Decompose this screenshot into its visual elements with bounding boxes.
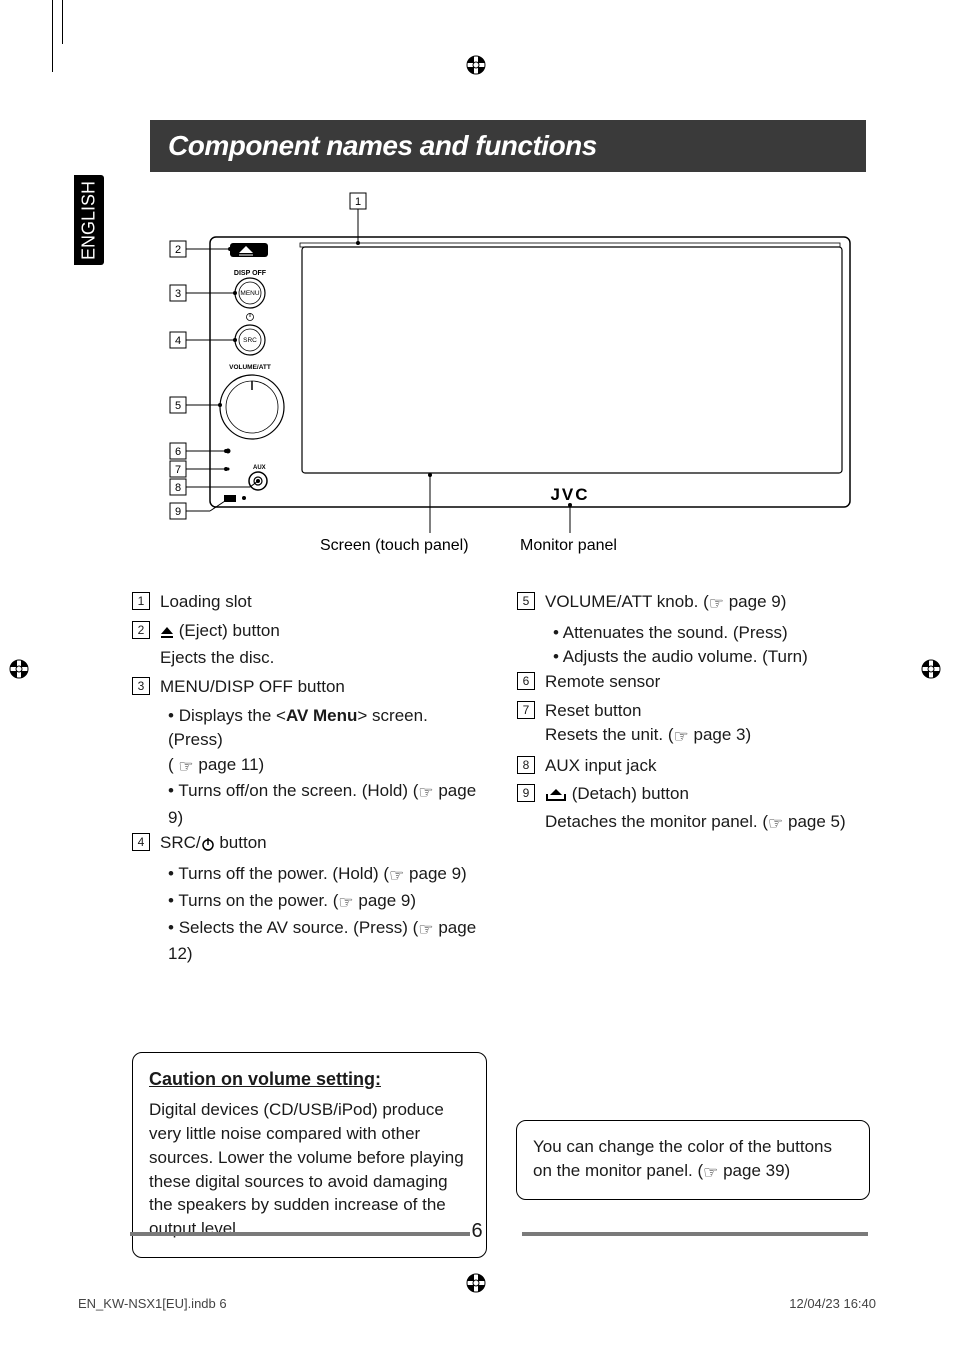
item-7: 7 Reset button Resets the unit. (☞ page … <box>517 699 872 750</box>
callout-number: 9 <box>517 784 535 802</box>
menu-label: MENU <box>240 290 259 297</box>
bullet: Adjusts the audio volume. (Turn) <box>553 645 872 670</box>
page: Component names and functions ENGLISH DI… <box>0 0 954 1354</box>
caution-heading: Caution on volume setting: <box>149 1067 470 1092</box>
svg-text:9: 9 <box>175 506 181 518</box>
callout-number: 7 <box>517 701 535 719</box>
monitor-panel-label: Monitor panel <box>520 537 617 554</box>
registration-mark-icon <box>463 1270 489 1296</box>
svg-text:3: 3 <box>175 288 181 300</box>
svg-text:4: 4 <box>175 335 181 347</box>
item-2: 2 (Eject) button Ejects the disc. <box>132 619 487 671</box>
crop-rule <box>62 0 63 44</box>
item-9: 9 (Detach) button Detaches the monitor p… <box>517 782 872 836</box>
eject-icon <box>160 622 174 647</box>
item-title: (Eject) button <box>174 621 280 640</box>
svg-text:5: 5 <box>175 400 181 412</box>
callout-number: 1 <box>132 592 150 610</box>
bullet: Turns off the power. (Hold) (☞ page 9) <box>168 862 487 889</box>
imprint-left: EN_KW-NSX1[EU].indb 6 <box>78 1296 227 1311</box>
device-diagram: DISP OFF MENU SRC VOLUME/ATT AUX <box>150 185 866 565</box>
item-title-post: button <box>215 833 267 852</box>
bullet: Selects the AV source. (Press) (☞ page 1… <box>168 916 487 967</box>
registration-mark-icon <box>918 656 944 682</box>
item-5: 5 VOLUME/ATT knob. (☞ page 9) <box>517 590 872 617</box>
bullet: Displays the <AV Menu> screen. (Press)( … <box>168 704 487 780</box>
section-heading-text: Component names and functions <box>150 130 597 162</box>
callout-number: 5 <box>517 592 535 610</box>
pointer-icon: ☞ <box>418 918 433 943</box>
aux-label: AUX <box>253 465 266 471</box>
item-1: 1 Loading slot <box>132 590 487 615</box>
pointer-icon: ☞ <box>703 1161 718 1185</box>
power-icon <box>201 834 215 859</box>
item-desc: Ejects the disc. <box>160 648 274 667</box>
language-tab: ENGLISH <box>74 175 104 265</box>
crop-rule <box>52 0 53 72</box>
pointer-icon: ☞ <box>338 891 353 916</box>
svg-text:8: 8 <box>175 482 181 494</box>
item-title: VOLUME/ATT knob. ( <box>545 592 709 611</box>
item-4: 4 SRC/ button <box>132 831 487 859</box>
item-desc: Resets the unit. ( <box>545 725 674 744</box>
language-tab-label: ENGLISH <box>79 180 100 259</box>
svg-text:1: 1 <box>355 196 361 208</box>
item-title: MENU/DISP OFF button <box>160 677 345 696</box>
item-title: Reset button <box>545 701 641 720</box>
disp-off-label: DISP OFF <box>234 270 267 277</box>
callout-number: 4 <box>132 833 150 851</box>
right-column: 5 VOLUME/ATT knob. (☞ page 9) Attenuates… <box>517 590 872 967</box>
pointer-icon: ☞ <box>389 864 404 889</box>
pointer-icon: ☞ <box>418 781 433 806</box>
item-3-bullets: Displays the <AV Menu> screen. (Press)( … <box>132 704 487 831</box>
registration-mark-icon <box>463 52 489 78</box>
pointer-icon: ☞ <box>674 725 689 750</box>
pointer-icon: ☞ <box>178 755 193 780</box>
svg-text:7: 7 <box>175 464 181 476</box>
pointer-icon: ☞ <box>709 592 724 617</box>
item-title: Loading slot <box>160 592 252 611</box>
item-3: 3 MENU/DISP OFF button <box>132 675 487 700</box>
screen-label: Screen (touch panel) <box>320 537 469 554</box>
bullet: Turns off/on the screen. (Hold) (☞ page … <box>168 779 487 830</box>
bullet: Attenuates the sound. (Press) <box>553 621 872 646</box>
svg-text:6: 6 <box>175 446 181 458</box>
item-desc: Detaches the monitor panel. ( <box>545 812 768 831</box>
callout-number: 3 <box>132 677 150 695</box>
bullet: Turns on the power. (☞ page 9) <box>168 889 487 916</box>
pointer-icon: ☞ <box>768 812 783 837</box>
item-6: 6 Remote sensor <box>517 670 872 695</box>
volume-att-label: VOLUME/ATT <box>229 364 271 371</box>
svg-text:2: 2 <box>175 244 181 256</box>
left-column: 1 Loading slot 2 (Eject) button Ejects t… <box>132 590 487 967</box>
callout-number: 2 <box>132 621 150 639</box>
description-columns: 1 Loading slot 2 (Eject) button Ejects t… <box>132 590 872 967</box>
page-number: 6 <box>0 1220 954 1243</box>
item-8: 8 AUX input jack <box>517 754 872 779</box>
item-title: Remote sensor <box>545 672 660 691</box>
item-5-bullets: Attenuates the sound. (Press) Adjusts th… <box>517 621 872 670</box>
imprint-right: 12/04/23 16:40 <box>789 1296 876 1311</box>
detach-icon <box>545 785 567 810</box>
section-heading: Component names and functions <box>150 120 866 172</box>
brand-logo: JVC <box>550 485 589 504</box>
item-title: AUX input jack <box>545 756 657 775</box>
color-change-box: You can change the color of the buttons … <box>516 1120 870 1200</box>
src-label: SRC <box>243 337 257 344</box>
item-title-pre: SRC/ <box>160 833 201 852</box>
callout-number: 8 <box>517 756 535 774</box>
callout-number: 6 <box>517 672 535 690</box>
item-4-bullets: Turns off the power. (Hold) (☞ page 9) T… <box>132 862 487 967</box>
item-title: (Detach) button <box>567 784 689 803</box>
registration-mark-icon <box>6 656 32 682</box>
